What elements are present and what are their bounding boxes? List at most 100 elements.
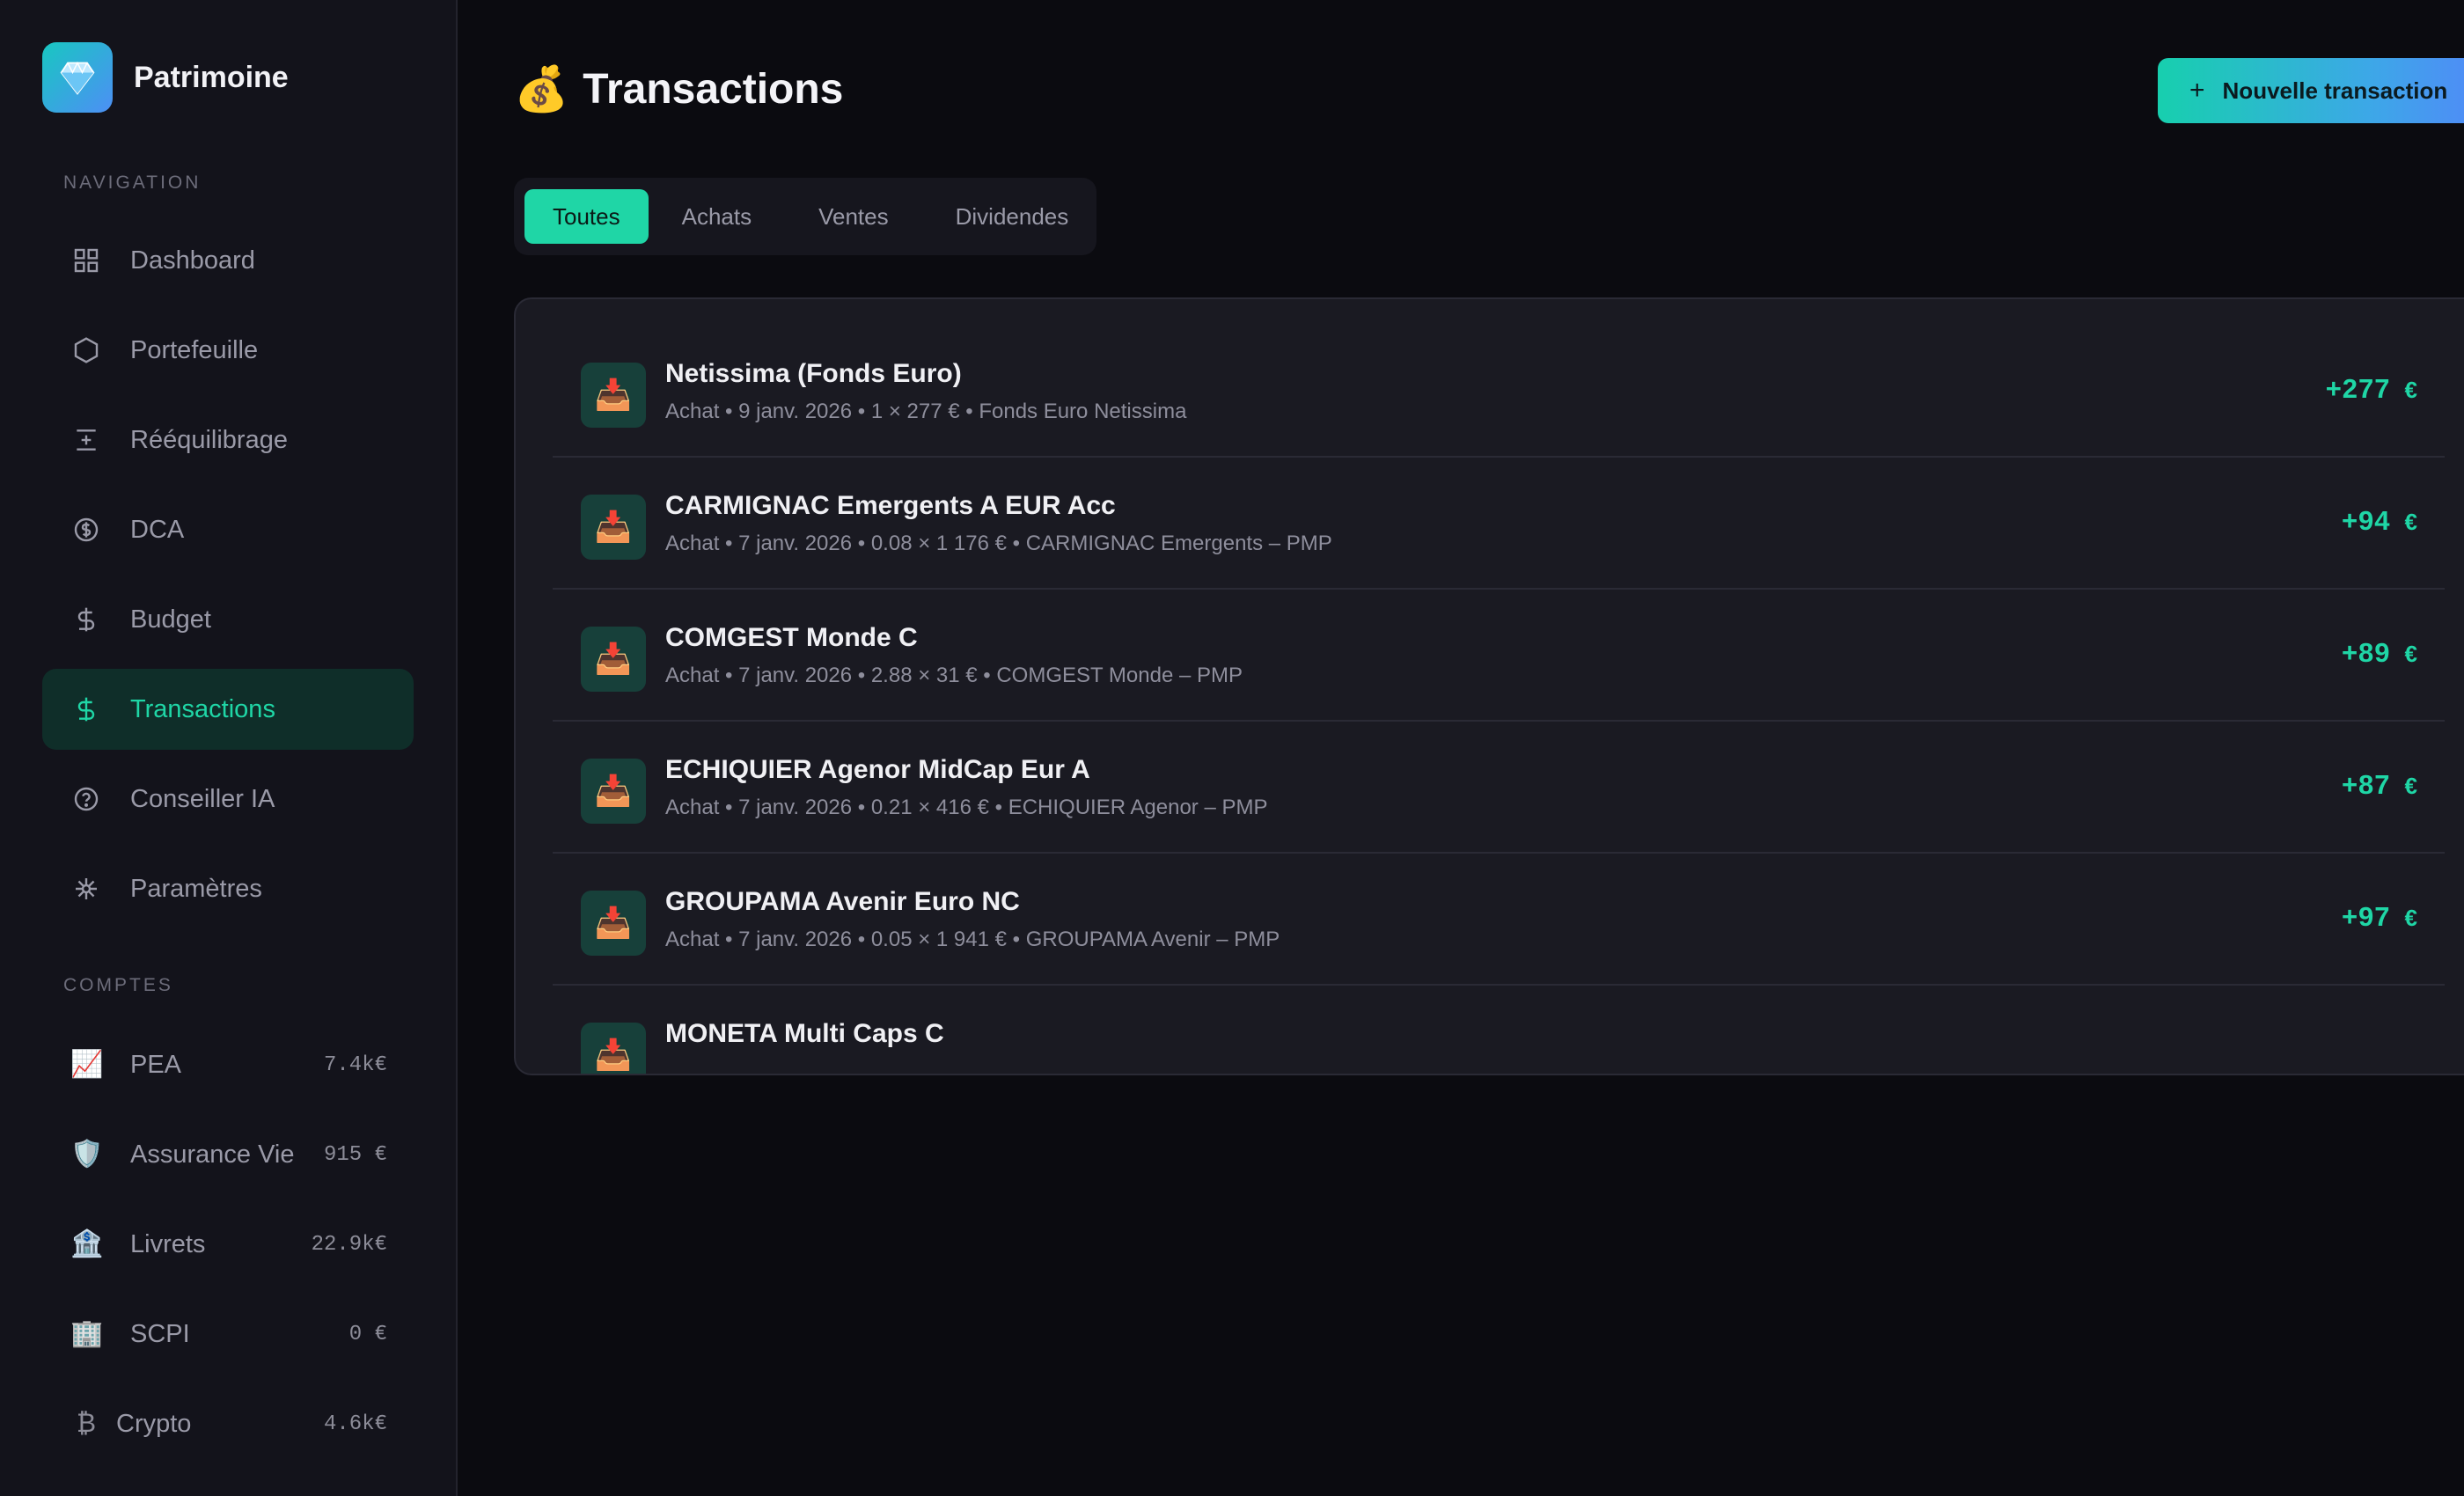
amount-value: +94 — [2341, 505, 2391, 536]
transaction-details: Achat • 7 janv. 2026 • 0.08 × 1 176 € • … — [665, 532, 1332, 555]
sidebar-item-reequilibrage[interactable]: Rééquilibrage — [42, 400, 414, 480]
inbox-tray-icon: 📥 — [581, 363, 646, 428]
account-label: Crypto — [116, 1409, 192, 1438]
app-root: Patrimoine NAVIGATION Dashboard Portefeu… — [0, 0, 2464, 1496]
bitcoin-icon: ₿ — [76, 1409, 97, 1438]
bank-icon: 🏦 — [70, 1229, 104, 1258]
brand[interactable]: Patrimoine — [42, 42, 289, 113]
building-icon: 🏢 — [70, 1319, 104, 1348]
amount-currency: € — [2404, 773, 2418, 799]
account-item-pea[interactable]: 📈 PEA 7.4k€ — [42, 1024, 414, 1105]
account-value: 7.4k€ — [323, 1052, 387, 1077]
account-item-livrets[interactable]: 🏦 Livrets 22.9k€ — [42, 1204, 414, 1285]
transactions-list[interactable]: 📥 Netissima (Fonds Euro) Achat • 9 janv.… — [514, 297, 2464, 1075]
transaction-title: COMGEST Monde C — [665, 623, 918, 652]
new-transaction-label: Nouvelle transaction — [2222, 77, 2448, 104]
transaction-title: CARMIGNAC Emergents A EUR Acc — [665, 491, 1116, 520]
tab-dividendes[interactable]: Dividendes — [922, 189, 1103, 244]
tab-toutes[interactable]: Toutes — [524, 189, 649, 244]
sidebar-item-dashboard[interactable]: Dashboard — [42, 220, 414, 301]
sidebar-item-label: Budget — [130, 605, 211, 634]
coin-icon — [70, 514, 102, 546]
section-label-navigation: NAVIGATION — [63, 172, 202, 193]
balance-icon — [70, 424, 102, 456]
amount-value: +97 — [2341, 901, 2391, 932]
transaction-row[interactable]: 📥 ECHIQUIER Agenor MidCap Eur A Achat • … — [553, 722, 2445, 854]
sidebar-item-label: Paramètres — [130, 874, 262, 903]
sidebar-item-budget[interactable]: Budget — [42, 579, 414, 660]
tab-achats[interactable]: Achats — [649, 189, 786, 244]
amount-currency: € — [2404, 377, 2418, 403]
sidebar-item-label: Dashboard — [130, 246, 255, 275]
sidebar-item-portefeuille[interactable]: Portefeuille — [42, 310, 414, 391]
amount-currency: € — [2404, 905, 2418, 931]
account-item-crypto[interactable]: ₿ Crypto 4.6k€ — [42, 1383, 414, 1464]
sidebar-item-label: Transactions — [130, 694, 275, 723]
amount-currency: € — [2404, 641, 2418, 667]
hexagon-icon — [70, 334, 102, 366]
account-value: 915 € — [323, 1142, 387, 1167]
amount-value: +89 — [2341, 637, 2391, 668]
transaction-details: Achat • 7 janv. 2026 • 2.88 × 31 € • COM… — [665, 664, 1243, 687]
transaction-details: Achat • 9 janv. 2026 • 1 × 277 € • Fonds… — [665, 400, 1187, 423]
transaction-title: ECHIQUIER Agenor MidCap Eur A — [665, 755, 1090, 784]
tab-ventes[interactable]: Ventes — [785, 189, 922, 244]
dollar-icon — [70, 693, 102, 725]
gem-icon — [42, 42, 113, 113]
new-transaction-button[interactable]: + Nouvelle transaction — [2158, 58, 2464, 123]
transaction-amount: +97 € — [2342, 901, 2418, 933]
transaction-row[interactable]: 📥 GROUPAMA Avenir Euro NC Achat • 7 janv… — [553, 854, 2445, 986]
amount-currency: € — [2404, 509, 2418, 535]
sidebar-item-label: Conseiller IA — [130, 784, 275, 813]
transaction-title: Netissima (Fonds Euro) — [665, 359, 962, 388]
inbox-tray-icon: 📥 — [581, 495, 646, 560]
inbox-tray-icon: 📥 — [581, 759, 646, 824]
money-bag-icon: 💰 — [514, 64, 569, 114]
dollar-icon — [70, 604, 102, 635]
section-label-comptes: COMPTES — [63, 975, 173, 995]
settings-icon — [70, 873, 102, 905]
account-value: 0 € — [348, 1322, 387, 1346]
sidebar: Patrimoine NAVIGATION Dashboard Portefeu… — [0, 0, 458, 1496]
sidebar-item-label: DCA — [130, 515, 185, 544]
sidebar-item-dca[interactable]: DCA — [42, 489, 414, 570]
transaction-amount: +94 € — [2342, 505, 2418, 537]
transaction-amount: +277 € — [2326, 373, 2418, 405]
account-value: 22.9k€ — [311, 1232, 387, 1257]
sidebar-item-conseiller-ia[interactable]: Conseiller IA — [42, 759, 414, 840]
inbox-tray-icon: 📥 — [581, 891, 646, 956]
inbox-tray-icon: 📥 — [581, 1023, 646, 1074]
account-value: 4.6k€ — [323, 1412, 387, 1436]
account-label: Assurance Vie — [130, 1140, 295, 1169]
page-title: 💰 Transactions — [514, 63, 843, 115]
account-item-scpi[interactable]: 🏢 SCPI 0 € — [42, 1294, 414, 1375]
chart-up-icon: 📈 — [70, 1050, 104, 1079]
transaction-title: GROUPAMA Avenir Euro NC — [665, 887, 1020, 916]
help-circle-icon — [70, 783, 102, 815]
sidebar-item-transactions[interactable]: Transactions — [42, 669, 414, 750]
transaction-row[interactable]: 📥 Netissima (Fonds Euro) Achat • 9 janv.… — [553, 326, 2445, 458]
transaction-amount: +89 € — [2342, 637, 2418, 669]
grid-icon — [70, 245, 102, 276]
transaction-row[interactable]: 📥 COMGEST Monde C Achat • 7 janv. 2026 •… — [553, 590, 2445, 722]
amount-value: +277 — [2325, 373, 2391, 404]
sidebar-item-label: Portefeuille — [130, 335, 259, 364]
transaction-amount: +87 € — [2342, 769, 2418, 801]
sidebar-item-label: Rééquilibrage — [130, 425, 288, 454]
page-title-text: Transactions — [583, 66, 844, 113]
account-label: Livrets — [130, 1229, 206, 1258]
account-label: PEA — [130, 1050, 182, 1079]
transaction-details: Achat • 7 janv. 2026 • 0.05 × 1 941 € • … — [665, 928, 1280, 951]
sidebar-item-parametres[interactable]: Paramètres — [42, 848, 414, 929]
shield-icon: 🛡️ — [70, 1140, 104, 1169]
account-item-assurance-vie[interactable]: 🛡️ Assurance Vie 915 € — [42, 1114, 414, 1195]
account-label: SCPI — [130, 1319, 190, 1348]
filter-tabs: Toutes Achats Ventes Dividendes — [514, 178, 1096, 255]
transaction-title: MONETA Multi Caps C — [665, 1019, 944, 1048]
brand-name: Patrimoine — [134, 60, 289, 94]
transaction-row[interactable]: 📥 CARMIGNAC Emergents A EUR Acc Achat • … — [553, 458, 2445, 590]
inbox-tray-icon: 📥 — [581, 627, 646, 692]
amount-value: +87 — [2341, 769, 2391, 800]
transaction-row[interactable]: 📥 MONETA Multi Caps C — [553, 986, 2445, 1074]
transaction-details: Achat • 7 janv. 2026 • 0.21 × 416 € • EC… — [665, 796, 1268, 819]
